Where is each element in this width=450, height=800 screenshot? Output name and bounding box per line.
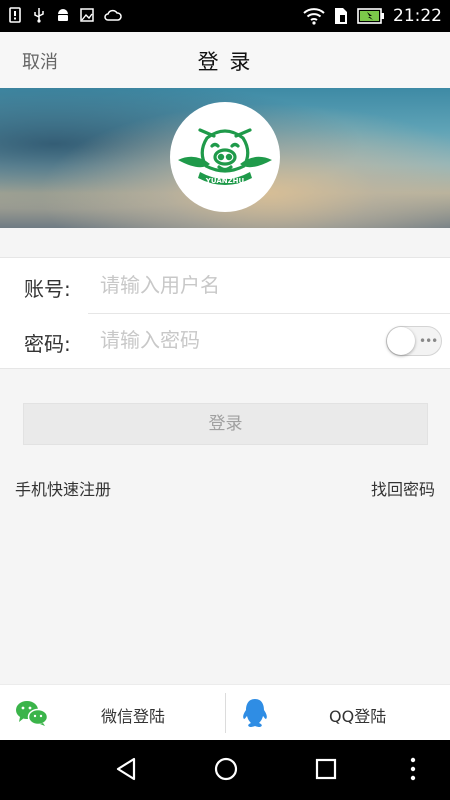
- social-login-bar: 微信登陆 QQ登陆: [0, 684, 450, 741]
- show-password-toggle[interactable]: •••: [386, 326, 442, 356]
- sim-icon: [335, 8, 347, 24]
- wechat-icon: [16, 701, 49, 726]
- login-form: 账号: 密码: •••: [0, 257, 450, 369]
- password-row: 密码: •••: [0, 313, 450, 368]
- wechat-login-button[interactable]: 微信登陆: [0, 685, 224, 741]
- more-dots-icon: •••: [419, 334, 438, 348]
- wechat-login-label: 微信登陆: [101, 707, 166, 726]
- recents-icon[interactable]: [314, 756, 338, 782]
- forgot-password-link[interactable]: 找回密码: [371, 476, 435, 500]
- android-icon: [58, 9, 68, 21]
- logo-text: YUANZHU: [205, 177, 245, 185]
- back-icon[interactable]: [114, 756, 138, 782]
- status-bar: 21:22: [0, 0, 450, 32]
- app-logo: YUANZHU: [170, 102, 280, 212]
- battery-icon: [357, 8, 384, 24]
- toggle-knob: [387, 327, 415, 355]
- login-button[interactable]: 登录: [23, 403, 428, 445]
- pig-logo-icon: YUANZHU: [178, 128, 272, 185]
- password-label: 密码:: [24, 332, 71, 356]
- header-banner: YUANZHU: [0, 88, 450, 228]
- status-left-icons: [8, 7, 122, 23]
- status-right-icons: 21:22: [303, 6, 442, 26]
- account-row: 账号:: [0, 258, 450, 313]
- qq-login-label: QQ登陆: [329, 707, 387, 726]
- image-icon: [80, 8, 94, 22]
- usb-icon: [34, 8, 44, 23]
- qq-login-button[interactable]: QQ登陆: [226, 685, 450, 741]
- account-input[interactable]: [100, 269, 370, 301]
- more-icon[interactable]: [408, 756, 418, 782]
- wifi-icon: [303, 8, 325, 25]
- home-icon[interactable]: [213, 756, 239, 782]
- system-nav-bar: [0, 740, 450, 800]
- register-link[interactable]: 手机快速注册: [15, 476, 111, 500]
- page-title: 登 录: [197, 50, 253, 74]
- title-bar: 取消 登 录: [0, 32, 450, 88]
- status-time: 21:22: [393, 6, 442, 26]
- notification-icon: [9, 7, 21, 23]
- qq-icon: [243, 699, 267, 727]
- account-label: 账号:: [24, 277, 71, 301]
- password-input[interactable]: [100, 324, 370, 356]
- cloud-icon: [104, 9, 122, 21]
